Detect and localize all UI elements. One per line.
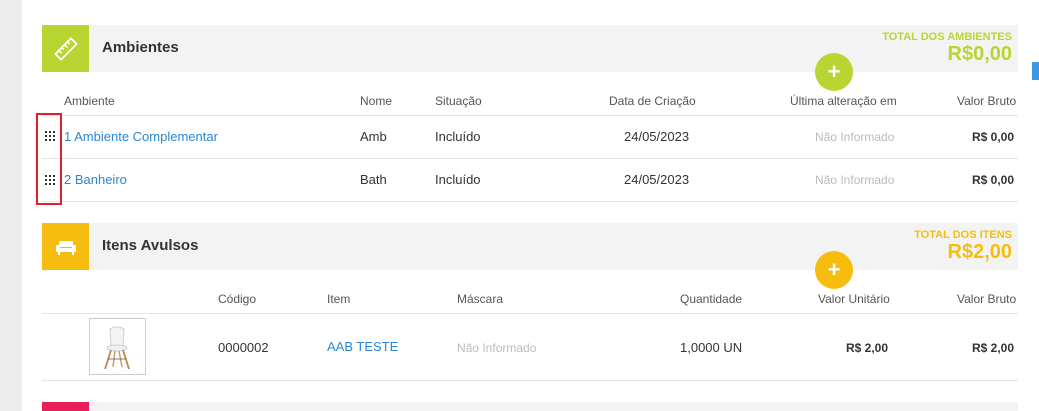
itens-total-value: R$2,00 — [947, 241, 1013, 263]
divider — [42, 201, 1018, 202]
item-valor-unitario: R$ 2,00 — [846, 341, 889, 355]
item-mascara: Não Informado — [457, 341, 537, 355]
next-section-header — [42, 402, 1018, 411]
itens-title: Itens Avulsos — [102, 237, 199, 254]
col-mascara[interactable]: Máscara — [457, 292, 503, 306]
col-nome[interactable]: Nome — [360, 94, 392, 108]
ambiente-ultima: Não Informado — [815, 130, 895, 144]
ambientes-title: Ambientes — [102, 39, 179, 56]
divider — [42, 158, 1018, 159]
next-section-icon — [42, 402, 89, 411]
divider — [42, 115, 1018, 116]
drag-handles-highlight — [36, 113, 62, 205]
ambientes-header: Ambientes TOTAL DOS AMBIENTES R$0,00 — [42, 25, 1018, 72]
ambiente-data: 24/05/2023 — [624, 172, 690, 187]
left-gutter — [0, 0, 22, 411]
item-thumbnail[interactable] — [89, 318, 146, 375]
right-accent-tab[interactable] — [1032, 62, 1039, 80]
item-codigo: 0000002 — [218, 340, 269, 355]
add-ambiente-button[interactable]: + — [815, 53, 853, 91]
item-link[interactable]: AAB TESTE — [327, 339, 398, 354]
ruler-icon — [42, 25, 89, 72]
ambiente-nome: Bath — [360, 172, 387, 187]
ambiente-data: 24/05/2023 — [624, 129, 690, 144]
ambiente-situacao: Incluído — [435, 129, 481, 144]
chair-icon — [104, 326, 130, 370]
itens-header: Itens Avulsos TOTAL DOS ITENS R$2,00 — [42, 223, 1018, 270]
col-valor-bruto[interactable]: Valor Bruto — [957, 94, 1016, 108]
col-valor-bruto[interactable]: Valor Bruto — [957, 292, 1016, 306]
col-ultima-alteracao[interactable]: Última alteração em — [790, 94, 897, 108]
add-item-button[interactable]: + — [815, 251, 853, 289]
ambientes-total: TOTAL DOS AMBIENTES R$0,00 — [882, 31, 1012, 65]
ambiente-ultima: Não Informado — [815, 173, 895, 187]
ambiente-link[interactable]: 1 Ambiente Complementar — [64, 129, 218, 144]
col-ambiente[interactable]: Ambiente — [64, 94, 115, 108]
divider — [42, 313, 1018, 314]
ambiente-valor: R$ 0,00 — [972, 173, 1015, 187]
ambientes-total-value: R$0,00 — [947, 43, 1013, 65]
ambiente-nome: Amb — [360, 129, 387, 144]
col-codigo[interactable]: Código — [218, 292, 256, 306]
col-valor-unitario[interactable]: Valor Unitário — [818, 292, 890, 306]
ambiente-link[interactable]: 2 Banheiro — [64, 172, 127, 187]
sofa-icon — [42, 223, 89, 270]
col-situacao[interactable]: Situação — [435, 94, 482, 108]
ambientes-total-label: TOTAL DOS AMBIENTES — [882, 31, 1012, 43]
col-data-criacao[interactable]: Data de Criação — [609, 94, 696, 108]
itens-total-label: TOTAL DOS ITENS — [914, 229, 1012, 241]
ambiente-situacao: Incluído — [435, 172, 481, 187]
divider — [42, 380, 1018, 381]
col-quantidade[interactable]: Quantidade — [680, 292, 742, 306]
itens-total: TOTAL DOS ITENS R$2,00 — [914, 229, 1012, 263]
col-item[interactable]: Item — [327, 292, 350, 306]
item-quantidade: 1,0000 UN — [680, 340, 743, 355]
ambiente-valor: R$ 0,00 — [972, 130, 1015, 144]
item-valor-bruto: R$ 2,00 — [972, 341, 1015, 355]
